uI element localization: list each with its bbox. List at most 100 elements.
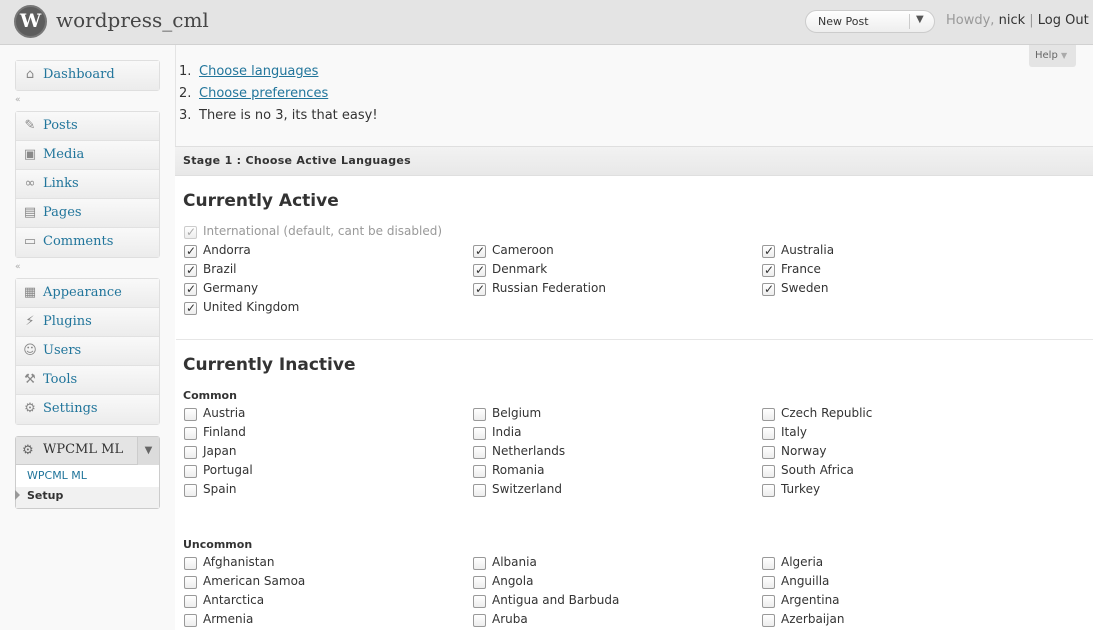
checkbox-label[interactable]: Australia [781,243,834,257]
sidebar-item-label[interactable]: Users [43,343,81,358]
sidebar-item-settings[interactable]: ⚙ Settings [16,395,159,424]
wordpress-logo-icon[interactable]: W [14,5,47,38]
sidebar-item-media[interactable]: ▣ Media [16,141,159,170]
checkbox-label[interactable]: Portugal [203,463,253,477]
checkbox-label[interactable]: Russian Federation [492,281,606,295]
checkbox[interactable] [184,614,197,627]
checkbox-label[interactable]: Azerbaijan [781,612,844,626]
sidebar-item-label[interactable]: Links [43,176,79,191]
sidebar-item-wpcml[interactable]: ⚙ WPCML ML ▼ [16,437,159,465]
checkbox[interactable] [184,408,197,421]
checkbox[interactable] [762,427,775,440]
sidebar-item-plugins[interactable]: ⚡ Plugins [16,308,159,337]
checkbox-label[interactable]: Angola [492,574,533,588]
checkbox-label[interactable]: Sweden [781,281,828,295]
checkbox-label[interactable]: Afghanistan [203,555,274,569]
sidebar-item-label[interactable]: Appearance [43,285,122,300]
checkbox-label[interactable]: Algeria [781,555,823,569]
checkbox[interactable] [762,484,775,497]
choose-languages-link[interactable]: Choose languages [199,64,318,79]
submenu-item-wpcml[interactable]: WPCML ML [27,469,87,482]
checkbox-label[interactable]: Cameroon [492,243,554,257]
checkbox[interactable] [762,446,775,459]
sidebar-item-label[interactable]: Comments [43,234,113,249]
checkbox[interactable] [762,557,775,570]
checkbox-label[interactable]: Armenia [203,612,253,626]
checkbox[interactable] [473,465,486,478]
checkbox[interactable] [473,427,486,440]
checkbox[interactable] [762,263,775,277]
checkbox-label[interactable]: Spain [203,482,237,496]
checkbox-label[interactable]: Andorra [203,243,251,257]
checkbox-label[interactable]: Antigua and Barbuda [492,593,619,607]
checkbox-label[interactable]: Austria [203,406,245,420]
checkbox[interactable] [184,446,197,459]
sidebar-item-dashboard[interactable]: ⌂ Dashboard [16,61,159,90]
sidebar-item-label[interactable]: Posts [43,118,78,133]
checkbox-label[interactable]: Finland [203,425,246,439]
submenu-item-setup[interactable]: Setup [27,489,63,502]
checkbox-label[interactable]: India [492,425,521,439]
checkbox[interactable] [473,408,486,421]
checkbox-label[interactable]: Turkey [781,482,820,496]
checkbox[interactable] [762,282,775,296]
checkbox[interactable] [473,484,486,497]
checkbox-label[interactable]: Albania [492,555,537,569]
sidebar-item-label[interactable]: Pages [43,205,82,220]
checkbox[interactable] [184,263,197,277]
checkbox-label[interactable]: Norway [781,444,827,458]
checkbox[interactable] [473,244,486,258]
checkbox[interactable] [184,244,197,258]
checkbox-label[interactable]: Germany [203,281,258,295]
checkbox-label[interactable]: Brazil [203,262,237,276]
checkbox[interactable] [762,244,775,258]
checkbox[interactable] [473,557,486,570]
sidebar-item-links[interactable]: ∞ Links [16,170,159,199]
checkbox[interactable] [762,465,775,478]
checkbox[interactable] [473,446,486,459]
sidebar-item-comments[interactable]: ▭ Comments [16,228,159,257]
sidebar-item-label[interactable]: WPCML ML [43,442,123,457]
sidebar-item-users[interactable]: ☺ Users [16,337,159,366]
chevron-down-icon[interactable]: ▼ [137,437,159,465]
help-label[interactable]: Help [1035,50,1058,61]
checkbox[interactable] [184,576,197,589]
checkbox[interactable] [473,595,486,608]
new-post-label[interactable]: New Post [818,15,869,28]
checkbox[interactable] [762,595,775,608]
sidebar-item-appearance[interactable]: ▦ Appearance [16,279,159,308]
collapse-arrows-icon[interactable]: « [15,262,25,272]
checkbox[interactable] [762,408,775,421]
chevron-down-icon[interactable]: ▼ [916,14,924,25]
sidebar-item-label[interactable]: Settings [43,401,98,416]
checkbox[interactable] [473,576,486,589]
checkbox-label[interactable]: Denmark [492,262,547,276]
checkbox-label[interactable]: France [781,262,821,276]
checkbox[interactable] [184,427,197,440]
checkbox-label[interactable]: United Kingdom [203,300,299,314]
checkbox[interactable] [473,263,486,277]
checkbox-label[interactable]: Netherlands [492,444,565,458]
username-link[interactable]: nick [999,13,1026,28]
checkbox-label[interactable]: Japan [203,444,236,458]
checkbox[interactable] [473,282,486,296]
checkbox[interactable] [762,614,775,627]
checkbox[interactable] [184,282,197,296]
sidebar-item-pages[interactable]: ▤ Pages [16,199,159,228]
checkbox[interactable] [184,557,197,570]
checkbox-label[interactable]: Romania [492,463,544,477]
help-tab[interactable]: Help ▼ [1029,45,1076,67]
logout-link[interactable]: Log Out [1038,13,1089,28]
checkbox[interactable] [762,576,775,589]
checkbox-label[interactable]: Anguilla [781,574,829,588]
sidebar-item-tools[interactable]: ⚒ Tools [16,366,159,395]
checkbox-label[interactable]: Aruba [492,612,528,626]
checkbox[interactable] [473,614,486,627]
checkbox-label[interactable]: South Africa [781,463,854,477]
sidebar-item-label[interactable]: Media [43,147,84,162]
checkbox-label[interactable]: Antarctica [203,593,264,607]
collapse-arrows-icon[interactable]: « [15,95,25,105]
checkbox[interactable] [184,301,197,315]
checkbox[interactable] [184,465,197,478]
checkbox-label[interactable]: American Samoa [203,574,305,588]
